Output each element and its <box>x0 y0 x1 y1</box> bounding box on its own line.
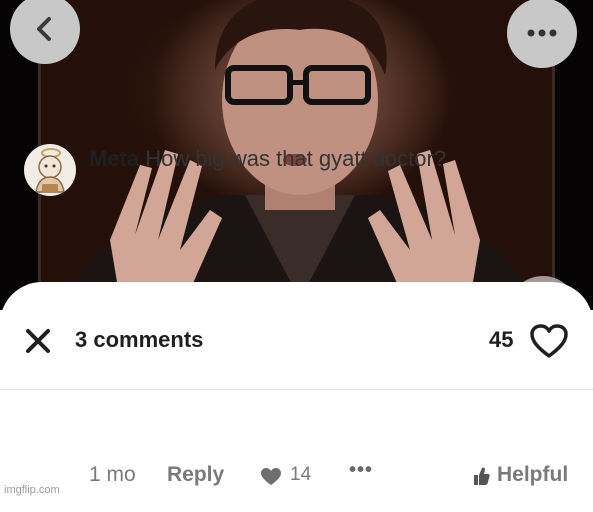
more-horizontal-icon <box>527 29 557 37</box>
close-icon[interactable] <box>25 328 51 354</box>
comment-text: How big was that gyatt doctor? <box>145 146 447 171</box>
thumbs-up-icon[interactable] <box>472 466 490 486</box>
comment-body: Meta How big was that gyatt doctor? <box>89 146 446 172</box>
comment-actions: 1 mo Reply 14 ••• Helpful <box>0 459 593 493</box>
heart-filled-icon[interactable] <box>260 467 282 486</box>
avatar[interactable] <box>24 144 76 196</box>
comment-more-button[interactable]: ••• <box>349 459 373 482</box>
comment-timestamp: 1 mo <box>89 463 136 486</box>
comment-like-count: 14 <box>290 464 312 485</box>
heart-outline-icon[interactable] <box>529 323 569 359</box>
chevron-left-icon <box>37 17 51 41</box>
avatar-image <box>35 148 65 193</box>
comment-author[interactable]: Meta <box>89 146 139 171</box>
more-options-button[interactable] <box>507 0 577 68</box>
post-likes-count: 45 <box>489 327 514 352</box>
watermark: imgflip.com <box>4 484 60 496</box>
comments-count-label: 3 comments <box>75 327 204 352</box>
comments-header: 3 comments 45 <box>0 282 593 390</box>
helpful-button[interactable]: Helpful <box>497 463 568 487</box>
reply-button[interactable]: Reply <box>167 463 224 487</box>
